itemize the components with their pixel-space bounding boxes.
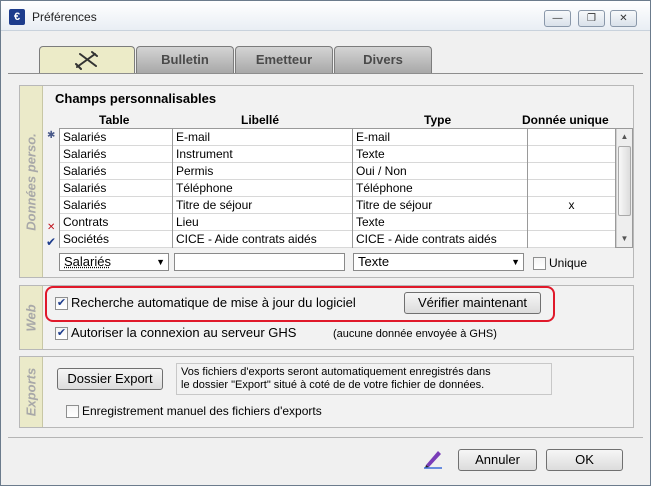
cell-type: Oui / Non: [353, 163, 528, 180]
cell-table: Contrats: [60, 214, 173, 231]
close-button[interactable]: ✕: [610, 10, 637, 27]
cell-type: Texte: [353, 146, 528, 163]
cell-libelle: CICE - Aide contrats aidés: [173, 231, 353, 248]
table-select[interactable]: Salariés ▼: [59, 253, 169, 271]
title-bar[interactable]: € Préférences — ❐ ✕: [1, 1, 650, 31]
cell-unique: [528, 231, 616, 248]
column-header-type: Type: [424, 113, 452, 127]
auto-update-label: Recherche automatique de mise à jour du …: [71, 295, 356, 310]
table-row[interactable]: Salariés Instrument Texte: [60, 146, 616, 163]
tools-icon: [75, 51, 98, 70]
tab-divider: [8, 73, 643, 74]
cell-type: E-mail: [353, 129, 528, 146]
ghs-connection-label: Autoriser la connexion au serveur GHS: [71, 325, 297, 340]
unique-label: Unique: [549, 256, 588, 270]
exports-info-line: Vos fichiers d'exports seront automatiqu…: [181, 366, 491, 378]
table-select-value: Salariés: [64, 254, 111, 269]
cell-unique: [528, 129, 616, 146]
cell-unique: [528, 214, 616, 231]
cell-libelle: Lieu: [173, 214, 353, 231]
cell-unique: [528, 163, 616, 180]
scroll-thumb[interactable]: [618, 146, 631, 216]
cell-libelle: Instrument: [173, 146, 353, 163]
scroll-down-icon[interactable]: ▼: [617, 231, 632, 247]
type-select[interactable]: Texte ▼: [353, 253, 524, 271]
tab-emetteur[interactable]: Emetteur: [235, 46, 333, 73]
libelle-input[interactable]: [174, 253, 345, 271]
section-label-web: Web: [20, 286, 43, 349]
ghs-connection-checkbox[interactable]: ✔: [55, 327, 68, 340]
exports-info-box: Vos fichiers d'exports seront automatiqu…: [176, 363, 552, 395]
custom-fields-table: Salariés E-mail E-mail Salariés Instrume…: [59, 128, 633, 248]
auto-update-checkbox[interactable]: ✔: [55, 297, 68, 310]
cell-type: CICE - Aide contrats aidés: [353, 231, 528, 248]
chevron-down-icon: ▼: [156, 257, 165, 267]
table-row[interactable]: Sociétés CICE - Aide contrats aidés CICE…: [60, 231, 616, 248]
minimize-button[interactable]: —: [544, 10, 571, 27]
maximize-button[interactable]: ❐: [578, 10, 605, 27]
cell-table: Salariés: [60, 129, 173, 146]
cell-unique: [528, 180, 616, 197]
cell-type: Téléphone: [353, 180, 528, 197]
footer-divider: [8, 437, 643, 438]
pencil-icon[interactable]: [422, 447, 444, 469]
section-label-exports: Exports: [20, 357, 43, 427]
delete-row-icon[interactable]: ✕: [47, 222, 55, 233]
ghs-note: (aucune donnée envoyée à GHS): [333, 328, 497, 340]
current-row-marker-icon: ✱: [47, 130, 56, 141]
table-row[interactable]: Salariés Téléphone Téléphone: [60, 180, 616, 197]
scroll-up-icon[interactable]: ▲: [617, 129, 632, 145]
preferences-window: € Préférences — ❐ ✕ Bulletin Emetteur Di…: [0, 0, 651, 486]
section-label-donnees: Données perso.: [20, 86, 43, 277]
tab-bulletin[interactable]: Bulletin: [136, 46, 234, 73]
custom-fields-heading: Champs personnalisables: [55, 91, 217, 106]
cell-unique: x: [528, 197, 616, 214]
chevron-down-icon: ▼: [511, 257, 520, 267]
manual-export-label: Enregistrement manuel des fichiers d'exp…: [82, 404, 322, 418]
column-header-table: Table: [99, 113, 130, 127]
tab-divers[interactable]: Divers: [334, 46, 432, 73]
cell-unique: [528, 146, 616, 163]
cell-libelle: Titre de séjour: [173, 197, 353, 214]
cell-table: Sociétés: [60, 231, 173, 248]
unique-checkbox[interactable]: [533, 257, 546, 270]
verify-now-button[interactable]: Vérifier maintenant: [404, 292, 541, 314]
table-scrollbar[interactable]: ▲ ▼: [616, 129, 632, 247]
cell-libelle: Téléphone: [173, 180, 353, 197]
cell-table: Salariés: [60, 163, 173, 180]
ok-button[interactable]: OK: [546, 449, 623, 471]
cell-libelle: Permis: [173, 163, 353, 180]
column-header-unique: Donnée unique: [522, 113, 609, 127]
cell-table: Salariés: [60, 197, 173, 214]
table-row[interactable]: Contrats Lieu Texte: [60, 214, 616, 231]
manual-export-checkbox[interactable]: [66, 405, 79, 418]
cell-type: Texte: [353, 214, 528, 231]
type-select-value: Texte: [358, 254, 390, 269]
tab-general[interactable]: [39, 46, 135, 74]
validate-row-icon[interactable]: ✔: [46, 235, 56, 249]
cell-table: Salariés: [60, 180, 173, 197]
table-row[interactable]: Salariés E-mail E-mail: [60, 129, 616, 146]
window-title: Préférences: [32, 10, 97, 24]
column-header-libelle: Libellé: [241, 113, 280, 127]
table-row[interactable]: Salariés Permis Oui / Non: [60, 163, 616, 180]
cancel-button[interactable]: Annuler: [458, 449, 537, 471]
cell-table: Salariés: [60, 146, 173, 163]
app-logo-icon: €: [9, 9, 25, 25]
exports-info-line: le dossier "Export" situé à coté de de v…: [181, 379, 485, 391]
cell-libelle: E-mail: [173, 129, 353, 146]
cell-type: Titre de séjour: [353, 197, 528, 214]
table-row[interactable]: Salariés Titre de séjour Titre de séjour…: [60, 197, 616, 214]
export-folder-button[interactable]: Dossier Export: [57, 368, 163, 390]
